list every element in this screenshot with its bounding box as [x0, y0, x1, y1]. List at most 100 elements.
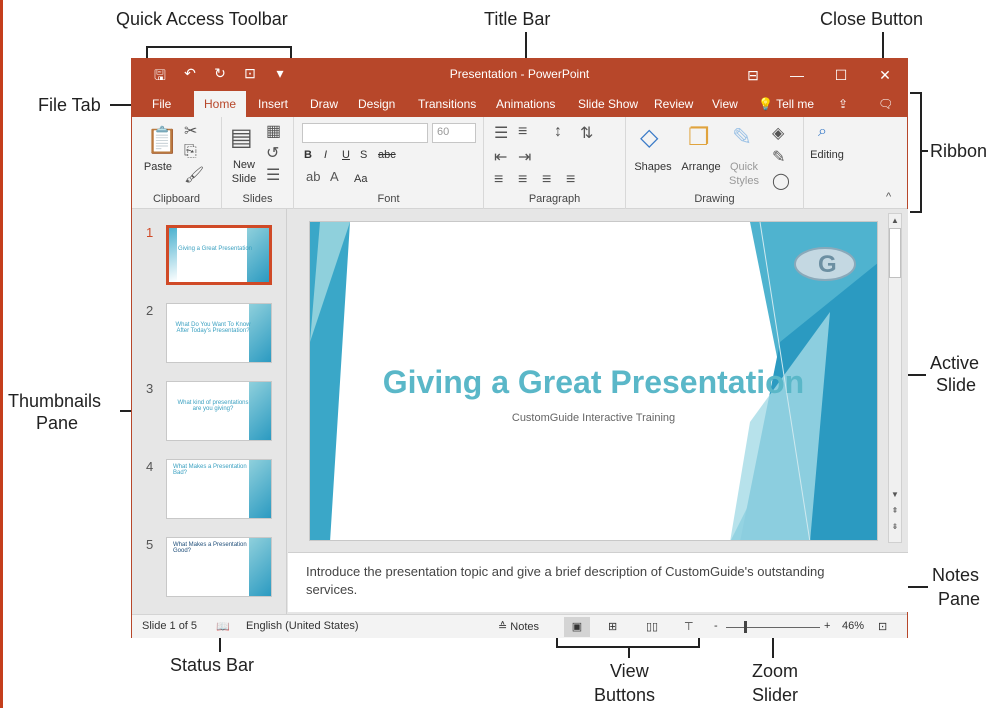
new-slide-label[interactable]: Slide [224, 173, 264, 185]
line-spacing-icon[interactable]: ↕ [554, 123, 562, 141]
indent-icon[interactable]: ⇤ [494, 147, 507, 167]
tab-review[interactable]: Review [644, 91, 703, 117]
language-label[interactable]: English (United States) [246, 620, 359, 632]
justify-icon[interactable]: ≡ [566, 171, 575, 189]
shapes-button[interactable]: Shapes [630, 161, 676, 173]
notes-label: Notes [510, 621, 540, 633]
minimize-icon[interactable]: — [775, 59, 819, 91]
tab-transitions[interactable]: Transitions [408, 91, 486, 117]
layout-icon[interactable]: ▦ [266, 121, 281, 141]
align-left-icon[interactable]: ≡ [494, 171, 503, 189]
outdent-icon[interactable]: ⇥ [518, 147, 531, 167]
close-icon[interactable]: ✕ [863, 59, 907, 91]
notes-icon: ≙ [498, 621, 511, 633]
change-case-button[interactable]: Aa [354, 173, 367, 185]
quick-styles-icon[interactable]: ✎ [732, 123, 752, 152]
zoom-level[interactable]: 46% [842, 620, 864, 632]
notes-button[interactable]: ≙ Notes [498, 620, 539, 633]
cut-icon[interactable]: ✂ [184, 121, 197, 141]
shapes-icon[interactable]: ◇ [640, 123, 658, 152]
bullets-icon[interactable]: ☰ [494, 123, 508, 143]
callout-line [290, 46, 292, 58]
vertical-scrollbar[interactable]: ▲ ▼ ⇞ ⇟ [888, 213, 902, 543]
reset-icon[interactable]: ↺ [266, 143, 279, 163]
tab-draw[interactable]: Draw [300, 91, 348, 117]
callout-line [882, 32, 884, 58]
tab-design[interactable]: Design [348, 91, 405, 117]
thumbnail-slide-3[interactable]: What kind of presentations are you givin… [166, 381, 272, 441]
zoom-in-button[interactable]: + [824, 620, 830, 632]
tab-view[interactable]: View [702, 91, 748, 117]
font-color-icon[interactable]: A [330, 169, 339, 184]
text-direction-icon[interactable]: ⇅ [580, 123, 593, 143]
section-icon[interactable]: ☰ [266, 165, 280, 185]
callout-view-buttons: View [610, 661, 649, 681]
notes-text[interactable]: Introduce the presentation topic and giv… [306, 563, 866, 599]
tab-home[interactable]: Home [194, 91, 247, 117]
copy-icon[interactable]: ⎘ [184, 143, 197, 161]
strikethrough-button[interactable]: abc [378, 149, 396, 161]
font-name-box[interactable] [302, 123, 428, 143]
quick-styles-label[interactable]: Styles [724, 175, 764, 187]
zoom-slider-thumb[interactable] [743, 621, 747, 633]
font-size-box[interactable]: 60 [432, 123, 476, 143]
bold-button[interactable]: B [304, 149, 312, 161]
previous-slide-icon[interactable]: ⇞ [889, 506, 901, 515]
paste-icon[interactable]: 📋 [146, 125, 178, 156]
tab-file[interactable]: File [142, 91, 181, 117]
normal-view-icon[interactable]: ▣ [564, 617, 590, 637]
shadow-button[interactable]: S [360, 149, 367, 161]
shape-fill-icon[interactable]: ◈ [772, 123, 784, 143]
slide-show-view-icon[interactable]: ⊤ [684, 620, 694, 633]
center-icon[interactable]: ≡ [518, 171, 527, 189]
zoom-slider-track[interactable] [726, 627, 820, 628]
new-slide-label[interactable]: New [224, 159, 264, 171]
callout-line [772, 638, 774, 658]
comments-icon[interactable]: 🗨 [868, 91, 903, 117]
slide-sorter-view-icon[interactable]: ⊞ [608, 620, 617, 633]
find-icon[interactable]: ⌕ [818, 123, 827, 141]
scroll-down-icon[interactable]: ▼ [889, 490, 901, 499]
thumbnail-title: What Makes a Presentation Bad? [173, 464, 247, 476]
maximize-icon[interactable]: ☐ [819, 59, 863, 91]
share-icon[interactable]: ⇪ [828, 91, 858, 117]
thumbnail-slide-4[interactable]: What Makes a Presentation Bad? [166, 459, 272, 519]
slide-title[interactable]: Giving a Great Presentation [310, 364, 877, 401]
shape-outline-icon[interactable]: ✎ [772, 147, 785, 167]
arrange-button[interactable]: Arrange [676, 161, 726, 173]
reading-view-icon[interactable]: ▯▯ [646, 620, 658, 633]
next-slide-icon[interactable]: ⇟ [889, 522, 901, 531]
tab-insert[interactable]: Insert [248, 91, 298, 117]
align-right-icon[interactable]: ≡ [542, 171, 551, 189]
scroll-up-icon[interactable]: ▲ [889, 216, 901, 225]
slide-subtitle[interactable]: CustomGuide Interactive Training [310, 412, 877, 424]
editing-button[interactable]: Editing [804, 149, 850, 161]
underline-button[interactable]: U [342, 149, 350, 161]
highlight-icon[interactable]: ab [306, 169, 320, 184]
fit-to-window-icon[interactable]: ⊡ [878, 620, 887, 633]
tell-me-box[interactable]: 💡 Tell me [748, 91, 824, 117]
spell-check-icon[interactable]: 📖 [216, 620, 230, 633]
thumbnail-number: 3 [146, 381, 154, 396]
thumbnail-slide-5[interactable]: What Makes a Presentation Good? [166, 537, 272, 597]
scroll-thumb[interactable] [889, 228, 901, 278]
thumbnail-slide-2[interactable]: What Do You Want To Know After Today's P… [166, 303, 272, 363]
group-drawing: ◇ Shapes ❐ Arrange ✎ Quick Styles ◈ ✎ ◯ … [626, 117, 804, 209]
new-slide-icon[interactable]: ▤ [230, 123, 253, 152]
paste-button[interactable]: Paste [138, 161, 178, 173]
slide-editing-area: G Giving a Great Presentation CustomGuid… [288, 209, 908, 552]
italic-button[interactable]: I [324, 149, 327, 161]
tab-slide-show[interactable]: Slide Show [568, 91, 648, 117]
zoom-out-button[interactable]: - [714, 620, 718, 632]
arrange-icon[interactable]: ❐ [688, 123, 710, 152]
ribbon-display-options-icon[interactable]: ⊟ [731, 59, 775, 91]
collapse-ribbon-icon[interactable]: ^ [886, 191, 891, 203]
active-slide[interactable]: G Giving a Great Presentation CustomGuid… [309, 221, 878, 541]
thumbnail-slide-1[interactable]: Giving a Great Presentation [166, 225, 272, 285]
quick-styles-label[interactable]: Quick [724, 161, 764, 173]
shape-effects-icon[interactable]: ◯ [772, 171, 790, 191]
numbering-icon[interactable]: ≡ [518, 123, 527, 141]
tab-animations[interactable]: Animations [486, 91, 565, 117]
format-painter-icon[interactable]: 🖌 [184, 165, 204, 185]
notes-pane[interactable]: Introduce the presentation topic and giv… [288, 552, 908, 612]
